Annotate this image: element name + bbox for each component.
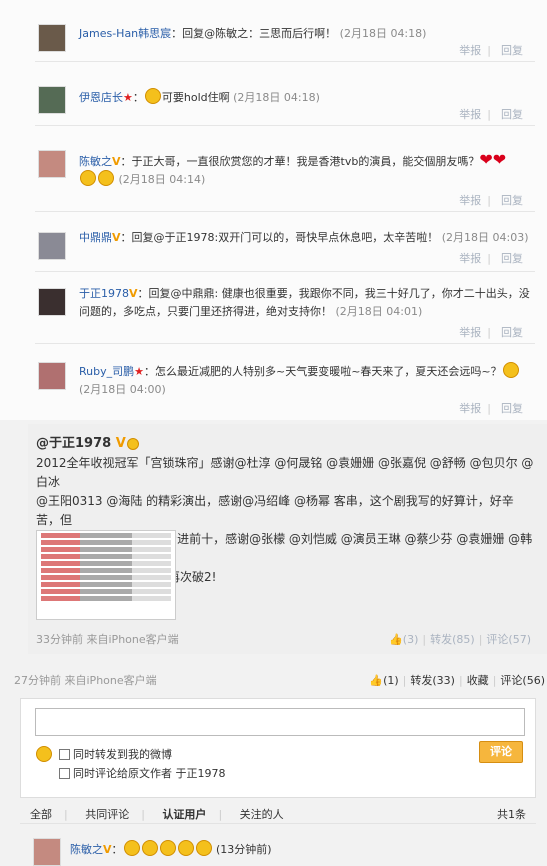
report-link[interactable]: 举报 xyxy=(459,252,481,265)
comment-author[interactable]: 陈敏之 xyxy=(79,155,112,168)
comment-item: Ruby_司鹏★：怎么最近减肥的人特别多~天气要变暖啦~春天来了，夏天还会远吗~… xyxy=(35,356,535,418)
tab-followed[interactable]: 关注的人 xyxy=(240,808,284,821)
post-source[interactable]: 来自iPhone客户端 xyxy=(87,633,179,646)
report-link[interactable]: 举报 xyxy=(459,44,481,57)
comment-item: 陈敏之V： (13分钟前) xyxy=(30,836,536,866)
reply-link[interactable]: 回复 xyxy=(501,44,523,57)
thumbs-up-icon[interactable]: 👍 xyxy=(369,674,383,687)
action-bar: 27分钟前 来自iPhone客户端 👍(1) | 转发(33) | 收藏 | 评论(56) xyxy=(14,674,545,687)
avatar[interactable] xyxy=(38,288,66,316)
repost-link[interactable]: 转发(33) xyxy=(410,674,455,687)
crying-emoji-icon xyxy=(177,840,194,856)
report-link[interactable]: 举报 xyxy=(459,108,481,121)
avatar[interactable] xyxy=(38,362,66,390)
comment-time: (13分钟前) xyxy=(216,843,272,856)
repost-checkbox[interactable]: 同时转发到我的微博 xyxy=(59,748,172,762)
status-source[interactable]: 来自iPhone客户端 xyxy=(65,674,157,687)
crying-emoji-icon xyxy=(159,840,176,856)
checkbox-icon[interactable] xyxy=(59,749,70,760)
like-count[interactable]: (1) xyxy=(383,674,399,687)
crying-emoji-icon xyxy=(141,840,158,856)
thumbs-up-icon[interactable]: 👍 xyxy=(389,633,403,646)
vip-star-icon: ★ xyxy=(123,91,133,104)
avatar[interactable] xyxy=(38,24,66,52)
comment-author-checkbox[interactable]: 同时评论给原文作者 于正1978 xyxy=(59,767,226,781)
avatar[interactable] xyxy=(38,232,66,260)
status-time[interactable]: 27分钟前 xyxy=(14,674,61,687)
comment-author[interactable]: Ruby_司鹏 xyxy=(79,365,134,378)
comment-text: 于正大哥，一直很欣赏您的才華！我是香港tvb的演員，能交個朋友嗎？ xyxy=(131,155,480,168)
comment-time: (2月18日 04:14) xyxy=(118,173,206,186)
crying-emoji-icon xyxy=(123,840,140,856)
post-time[interactable]: 33分钟前 xyxy=(36,633,83,646)
avatar[interactable] xyxy=(38,86,66,114)
reply-link[interactable]: 回复 xyxy=(501,194,523,207)
tab-all[interactable]: 全部 xyxy=(30,808,52,821)
report-link[interactable]: 举报 xyxy=(459,194,481,207)
tab-verified[interactable]: 认证用户 xyxy=(162,808,206,821)
reply-link[interactable]: 回复 xyxy=(501,326,523,339)
vip-star-icon: ★ xyxy=(134,365,144,378)
comment-text: 可要hold住啊 xyxy=(161,91,230,104)
comment-time: (2月18日 04:18) xyxy=(233,91,320,104)
reply-link[interactable]: 回复 xyxy=(501,108,523,121)
post-likes[interactable]: (3) xyxy=(403,633,419,646)
submit-comment-button[interactable]: 评论 xyxy=(479,741,523,763)
comment-author[interactable]: 陈敏之 xyxy=(70,843,103,856)
comment-item: 中鼎鼎V：回复@于正1978:双开门可以的，哥快早点休息吧，太辛苦啦！ (2月1… xyxy=(35,226,535,272)
smiley-emoji-icon xyxy=(144,88,161,104)
comment-author[interactable]: 伊恩店长 xyxy=(79,91,123,104)
tab-common[interactable]: 共同评论 xyxy=(85,808,129,821)
verified-v-icon: V xyxy=(112,155,121,168)
reply-link[interactable]: 回复 xyxy=(501,252,523,265)
comment-time: (2月18日 04:18) xyxy=(339,27,427,40)
post-image-thumbnail[interactable] xyxy=(36,530,176,620)
comment-author[interactable]: 于正1978 xyxy=(79,287,129,300)
comment-time: (2月18日 04:01) xyxy=(335,305,423,318)
laughing-emoji-icon xyxy=(502,362,519,378)
emoji-icon xyxy=(98,170,114,186)
comment-item: 于正1978V：回复@中鼎鼎: 健康也很重要，我跟你不同，我三十好几了，你才二十… xyxy=(35,282,535,344)
avatar[interactable] xyxy=(33,838,61,866)
comment-item: James-Han韩思宸：回复@陈敏之：三思而后行啊！ (2月18日 04:18… xyxy=(35,20,535,62)
comment-link[interactable]: 评论(56) xyxy=(500,674,545,687)
badge-icon xyxy=(126,438,139,450)
post-author[interactable]: @于正1978 xyxy=(36,436,111,451)
report-link[interactable]: 举报 xyxy=(459,402,481,415)
comment-text-continued: 问题的，多吃点，只要门里还挤得进，绝对支持你！ xyxy=(79,305,332,318)
comment-item: 陈敏之V：于正大哥，一直很欣赏您的才華！我是香港tvb的演員，能交個朋友嗎？❤❤… xyxy=(35,144,535,212)
comment-list: James-Han韩思宸：回复@陈敏之：三思而后行啊！ (2月18日 04:18… xyxy=(0,0,547,420)
comment-composer: 同时转发到我的微博 同时评论给原文作者 于正1978 评论 xyxy=(20,698,536,798)
post-comment-link[interactable]: 评论(57) xyxy=(486,633,531,646)
comment-input[interactable] xyxy=(35,708,525,736)
comment-author[interactable]: 中鼎鼎 xyxy=(79,231,112,244)
avatar[interactable] xyxy=(38,150,66,178)
report-link[interactable]: 举报 xyxy=(459,326,481,339)
original-post: @于正1978 V 2012全年收视冠军「宫锁珠帘」感谢@杜淳 @何晟铭 @袁姗… xyxy=(28,424,547,654)
heart-icon: ❤❤ xyxy=(479,150,507,169)
favorite-link[interactable]: 收藏 xyxy=(467,674,489,687)
verified-v-icon: V xyxy=(115,436,126,451)
verified-v-icon: V xyxy=(129,287,138,300)
comment-count: 共1条 xyxy=(497,808,526,821)
comment-text: 回复@中鼎鼎: 健康也很重要，我跟你不同，我三十好几了，你才二十出头，没 xyxy=(148,287,530,300)
comment-text: 回复@于正1978:双开门可以的，哥快早点休息吧，太辛苦啦！ xyxy=(131,231,439,244)
comment-item: 伊恩店长★： 可要hold住啊 (2月18日 04:18) 举报 | 回复 xyxy=(35,82,535,126)
crying-emoji-icon xyxy=(195,840,212,856)
comment-text: 怎么最近减肥的人特别多~天气要变暖啦~春天来了，夏天还会远吗~？ xyxy=(155,365,502,378)
comment-text: 回复@陈敏之：三思而后行啊！ xyxy=(182,27,337,40)
verified-v-icon: V xyxy=(112,231,121,244)
comment-filter-tabs: 全部 | 共同评论 | 认证用户 | 关注的人 共1条 xyxy=(20,806,536,824)
checkbox-icon[interactable] xyxy=(59,768,70,779)
verified-v-icon: V xyxy=(103,843,112,856)
comment-author[interactable]: James-Han韩思宸 xyxy=(79,27,171,40)
emoticon-picker-icon[interactable] xyxy=(36,746,52,762)
emoji-icon xyxy=(80,170,96,186)
comment-time: (2月18日 04:00) xyxy=(79,383,166,396)
comment-time: (2月18日 04:03) xyxy=(441,231,529,244)
reply-link[interactable]: 回复 xyxy=(501,402,523,415)
post-repost-link[interactable]: 转发(85) xyxy=(430,633,475,646)
